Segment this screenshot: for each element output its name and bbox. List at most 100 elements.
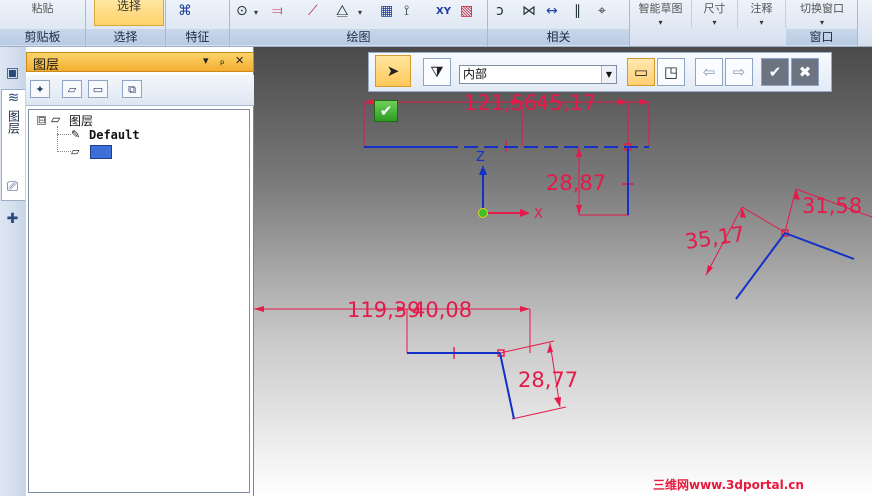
accept-check-icon[interactable]: ✔	[374, 100, 398, 122]
feature-icon[interactable]: ⌘	[178, 3, 192, 19]
panel-close-icon[interactable]: ✕	[235, 54, 244, 67]
ribbon-group-relations: ↄ ⋈ ↔ ∥ ⌖ 相关	[488, 0, 630, 46]
fix-icon[interactable]: ⌖	[598, 3, 606, 19]
dimension-label[interactable]: 28,77	[518, 368, 578, 392]
xy-button[interactable]: XY	[436, 6, 451, 17]
sketch-geometry	[364, 146, 855, 420]
layers-tab-icon: ≋	[7, 90, 20, 106]
camera-tab-icon[interactable]: ⎚	[1, 175, 24, 199]
chevron-down-icon: ▾	[759, 18, 764, 27]
x-axis-label: X	[534, 207, 543, 222]
drawing-canvas[interactable]: 121,56 45,17 28,87 35,17 31,58 119,39 40…	[254, 47, 872, 496]
ribbon-group-clipboard: 粘贴 剪贴板	[0, 0, 86, 46]
tree-guide-line	[57, 151, 71, 152]
panel-menu-icon[interactable]: ▾	[203, 54, 209, 67]
dimension-labels: 121,56 45,17 28,87 35,17 31,58 119,39 40…	[347, 91, 862, 392]
extension-line	[741, 206, 787, 234]
show-layer-icon[interactable]: ▱	[62, 80, 82, 98]
trim-icon[interactable]: ⟋	[308, 3, 318, 19]
scope-select-value: 内部	[463, 67, 488, 81]
overlap-select-icon[interactable]: ◳	[657, 58, 685, 86]
ribbon-group-draw: ⊙ ▾ ⫤ ⟋ ⧋ ▾ ▦ ⟟ XY ▧ 绘图	[230, 0, 488, 46]
chevron-down-icon: ▾	[712, 18, 717, 27]
chevron-down-icon[interactable]: ▾	[254, 8, 258, 17]
horizontal-icon[interactable]: ↔	[546, 3, 558, 19]
panel-pin-icon[interactable]: ₚ	[220, 54, 225, 67]
mirror-icon[interactable]: ⧋	[336, 3, 349, 19]
origin-marker	[478, 208, 488, 218]
inside-window-select-icon[interactable]: ▭	[627, 58, 655, 86]
arrowhead	[547, 343, 553, 353]
dimension-label[interactable]: 31,58	[802, 194, 862, 218]
z-axis-label: Z	[476, 150, 485, 165]
arrowhead	[576, 147, 582, 157]
parts-tab-icon[interactable]: ✚	[1, 207, 24, 231]
intellisketch-dropdown[interactable]: 智能草图 ▾	[630, 0, 692, 28]
watermark: 三维网www.3dportal.cn	[653, 478, 804, 492]
ribbon-group-select: 选择 选择	[86, 0, 166, 46]
layers-panel-header: 图层 ▾ ₚ ✕	[26, 52, 254, 73]
arrowhead	[364, 99, 374, 105]
annotation-dropdown[interactable]: 注释 ▾	[738, 0, 786, 28]
dimension-label[interactable]: 35,17	[683, 222, 746, 254]
layer-edit-icon: ✎	[71, 128, 81, 141]
tree-root-icon: ⏥	[51, 112, 61, 126]
switch-window-dropdown[interactable]: 切换窗口 ▾	[786, 0, 858, 28]
sketch-svg: 121,56 45,17 28,87 35,17 31,58 119,39 40…	[254, 91, 872, 420]
dimension-label[interactable]: 121,56	[464, 91, 537, 115]
intellisketch-label: 智能草图	[638, 2, 683, 15]
fillet-icon[interactable]: ⟟	[404, 3, 409, 19]
circle-icon[interactable]: ⊙	[236, 3, 248, 19]
layers-tree: ⊟ ⏥ 图层 ✎ Default ▱	[28, 109, 250, 493]
layers-panel: 图层 ▾ ₚ ✕ ✦ ▱ ▭ ⧉ ⊟ ⏥ 图层 ✎ Default ▱	[26, 47, 254, 496]
switch-window-label: 切换窗口	[800, 2, 844, 15]
arrowhead	[520, 306, 530, 312]
forward-arrow-icon[interactable]: ⇨	[725, 58, 753, 86]
symmetric-icon[interactable]: ⋈	[522, 3, 536, 19]
ribbon-group-label: 剪贴板	[0, 29, 85, 45]
dimension-label[interactable]: 119,39	[347, 298, 420, 322]
table-icon[interactable]: ▦	[380, 3, 393, 19]
ribbon: 粘贴 剪贴板 选择 选择 ⌘ 特征 ⊙ ▾ ⫤ ⟋ ⧋ ▾ ▦ ⟟ XY ▧ 绘…	[0, 0, 872, 47]
dimension-label[interactable]: 45,17	[536, 91, 596, 115]
dimension-label[interactable]: 28,87	[546, 171, 606, 195]
chevron-down-icon: ▼	[601, 66, 616, 83]
chevron-down-icon: ▾	[658, 18, 663, 27]
hide-layer-icon[interactable]: ▭	[88, 80, 108, 98]
ribbon-group-window: 切换窗口 ▾ 窗口	[786, 0, 858, 46]
grid-icon[interactable]: ▧	[460, 3, 473, 19]
ribbon-group-label: 绘图	[230, 29, 487, 45]
layers-tab-label: 图层	[6, 110, 21, 134]
parallel-icon[interactable]: ∥	[574, 3, 581, 19]
layers-toolbar: ✦ ▱ ▭ ⧉	[26, 75, 254, 106]
ribbon-group-label: 窗口	[786, 29, 857, 45]
select-button[interactable]: 选择	[94, 0, 164, 26]
tree-expander-icon[interactable]: ⊟	[37, 116, 46, 126]
tree-root-label[interactable]: 图层	[69, 112, 93, 129]
annotation-label: 注释	[750, 2, 773, 15]
select-tool-cursor-icon[interactable]: ➤	[375, 55, 411, 87]
layer-properties-icon[interactable]: ⧉	[122, 80, 142, 98]
accept-icon[interactable]: ✔	[761, 58, 789, 86]
tree-layer-default[interactable]: Default	[89, 128, 140, 142]
tree-layer-new-selected[interactable]	[90, 145, 112, 159]
offset-icon[interactable]: ⫤	[272, 3, 283, 19]
extension-line	[511, 406, 567, 420]
back-arrow-icon[interactable]: ⇦	[695, 58, 723, 86]
ribbon-group-features: ⌘ 特征	[166, 0, 230, 46]
scope-select[interactable]: 内部 ▼	[459, 65, 617, 84]
filter-icon[interactable]: ⧩	[423, 58, 451, 86]
layer-icon: ▱	[71, 145, 80, 158]
tangent-icon[interactable]: ↄ	[496, 3, 504, 19]
chevron-down-icon[interactable]: ▾	[358, 8, 362, 17]
command-bar: ➤ ⧩ 内部 ▼ ▭ ◳ ⇦ ⇨ ✔ ✖	[368, 52, 832, 92]
pathfinder-tab-icon[interactable]: ▣	[1, 61, 24, 85]
dimension-label[interactable]: 40,08	[412, 298, 472, 322]
paste-button[interactable]: 粘贴	[0, 0, 85, 28]
cancel-icon[interactable]: ✖	[791, 58, 819, 86]
chevron-down-icon: ▾	[819, 18, 824, 27]
dimension-dropdown[interactable]: 尺寸 ▾	[692, 0, 738, 28]
constraint-markers	[453, 140, 789, 359]
new-layer-icon[interactable]: ✦	[30, 80, 50, 98]
tree-guide-line	[57, 126, 58, 152]
